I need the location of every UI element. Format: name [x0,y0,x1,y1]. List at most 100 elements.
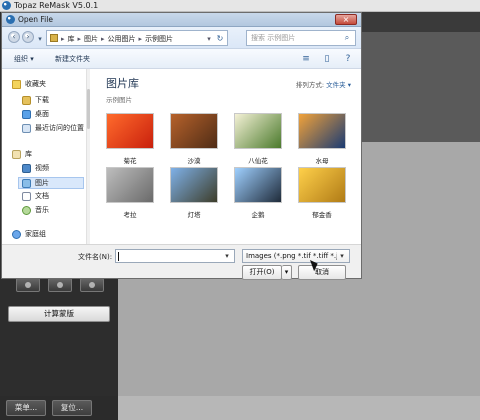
image-thumbnail[interactable] [234,113,282,149]
image-label: 水母 [315,157,329,165]
sort-label: 排列方式: [295,81,325,89]
image-label: 考拉 [123,211,137,219]
organize-menu[interactable]: 组织 ▾ [14,54,34,64]
image-thumbnail[interactable] [170,113,218,149]
close-icon: × [342,15,350,24]
documents-icon [22,191,31,201]
refresh-icon[interactable]: ↻ [215,33,225,45]
dialog-footer: 文件名(N): ▾ Images (*.png *.tif *.tiff *.j… [2,244,361,280]
image-thumbnail[interactable] [170,167,218,203]
homegroup-item[interactable]: 家庭组 [12,229,46,239]
image-thumbnail[interactable] [106,113,154,149]
breadcrumb-item[interactable]: 示例图片 [145,34,173,44]
sidebar-item-pictures[interactable]: 图片 [18,177,84,189]
app-titlebar: Topaz ReMask V5.0.1 [0,0,480,12]
folder-icon [50,34,58,42]
library-label: 库 [25,150,32,158]
sidebar-item-label: 最近访问的位置 [35,124,84,132]
tool-icon[interactable] [80,278,104,292]
back-button[interactable]: ‹ [8,31,20,43]
search-box[interactable]: 搜索 示例图片 ⌕ [246,30,356,46]
new-folder-button[interactable]: 新建文件夹 [55,54,90,64]
open-file-dialog: Open File × ‹ › ▾ ▸ 库 ▸ 图片 ▸ 公用图片 ▸ 示例图片… [1,12,362,280]
filename-input[interactable]: ▾ [115,249,235,263]
breadcrumb: ▸ 库 ▸ 图片 ▸ 公用图片 ▸ 示例图片 [61,33,203,45]
homegroup-label: 家庭组 [25,230,46,238]
desktop-icon [22,109,31,119]
workspace-top-bar [360,12,480,32]
sidebar-item-music[interactable]: 音乐 [22,205,49,215]
close-button[interactable]: × [335,14,357,25]
image-thumbnail[interactable] [298,167,346,203]
dialog-app-icon [6,15,15,24]
homegroup-icon [12,229,21,239]
sidebar-item-label: 桌面 [35,110,49,118]
breadcrumb-sep: ▸ [101,35,105,43]
filename-label: 文件名(N): [78,253,113,261]
breadcrumb-sep: ▸ [138,35,143,43]
dialog-titlebar: Open File × [2,13,361,27]
image-label: 企鹅 [251,211,265,219]
sidebar-item-downloads[interactable]: 下载 [22,95,49,105]
cancel-button[interactable]: 取消 [298,265,346,280]
image-thumbnail[interactable] [106,167,154,203]
file-view: 图片库 示例图片 排列方式: 文件夹 ▾ 菊花 沙漠 八仙花 水母 考拉 灯塔 … [90,69,361,244]
filename-dropdown[interactable]: ▾ [222,251,232,261]
navigation-row: ‹ › ▾ ▸ 库 ▸ 图片 ▸ 公用图片 ▸ 示例图片 ▾ ↻ 搜索 示例图片… [2,27,361,49]
image-label: 沙漠 [187,157,201,165]
text-caret [118,252,119,261]
tool-icon[interactable] [48,278,72,292]
library-title: 图片库 [106,77,139,90]
image-thumbnail[interactable] [298,113,346,149]
recent-icon [22,123,31,133]
address-bar[interactable]: ▸ 库 ▸ 图片 ▸ 公用图片 ▸ 示例图片 ▾ ↻ [46,30,228,46]
breadcrumb-sep: ▸ [61,35,65,43]
open-options-button[interactable]: ▾ [282,265,292,280]
mouse-cursor [310,260,318,270]
search-placeholder: 搜索 示例图片 [251,34,296,42]
tool-icon[interactable] [16,278,40,292]
bottom-right-area [118,396,480,420]
preview-pane-icon[interactable]: ▯ [320,52,334,64]
sidebar-item-label: 视频 [35,164,49,172]
reset-button[interactable]: 复位... [52,400,92,416]
image-label: 八仙花 [248,157,268,165]
sidebar-item-label: 下载 [35,96,49,104]
forward-button[interactable]: › [22,31,34,43]
view-options-icon[interactable]: ≡ [299,52,313,64]
sidebar-item-desktop[interactable]: 桌面 [22,109,49,119]
breadcrumb-item[interactable]: 公用图片 [108,34,136,44]
video-icon [22,163,31,173]
file-type-select[interactable]: Images (*.png *.tif *.tiff *.jpg ▾ [242,249,350,263]
breadcrumb-sep: ▸ [77,35,82,43]
image-thumbnail[interactable] [234,167,282,203]
tool-icons-row [16,278,106,294]
favorites-header[interactable]: 收藏夹 [12,79,46,89]
menu-button[interactable]: 菜单... [6,400,46,416]
pictures-icon [22,178,31,188]
sidebar-item-documents[interactable]: 文档 [22,191,49,201]
sidebar-item-videos[interactable]: 视频 [22,163,49,173]
address-dropdown[interactable]: ▾ [205,33,213,45]
sidebar-item-recent[interactable]: 最近访问的位置 [22,123,84,133]
library-header[interactable]: 库 [12,149,32,159]
toolbar-right: ≡ ▯ ? [299,52,355,64]
toolbar: 组织 ▾ 新建文件夹 ≡ ▯ ? [2,49,361,69]
dialog-title: Open File [18,15,53,24]
file-type-dropdown[interactable]: ▾ [337,251,347,261]
search-icon: ⌕ [344,33,350,42]
compute-mask-button[interactable]: 计算蒙版 [8,306,110,322]
sort-control[interactable]: 排列方式: 文件夹 ▾ [296,79,351,89]
library-icon [12,149,21,159]
sort-value[interactable]: 文件夹 ▾ [326,81,351,89]
open-button[interactable]: 打开(O) [242,265,282,280]
help-icon[interactable]: ? [341,52,355,64]
sidebar-item-label: 文档 [35,192,49,200]
sidebar-item-label: 音乐 [35,206,49,214]
breadcrumb-item[interactable]: 图片 [84,34,98,44]
file-type-value: Images (*.png *.tif *.tiff *.jpg [246,252,337,260]
history-dropdown[interactable]: ▾ [36,35,44,43]
library-subtitle: 示例图片 [106,96,132,104]
breadcrumb-item[interactable]: 库 [68,34,75,44]
navigation-pane: 收藏夹 下载 桌面 最近访问的位置 库 视频 图片 文档 音乐 家庭组 [2,69,90,244]
